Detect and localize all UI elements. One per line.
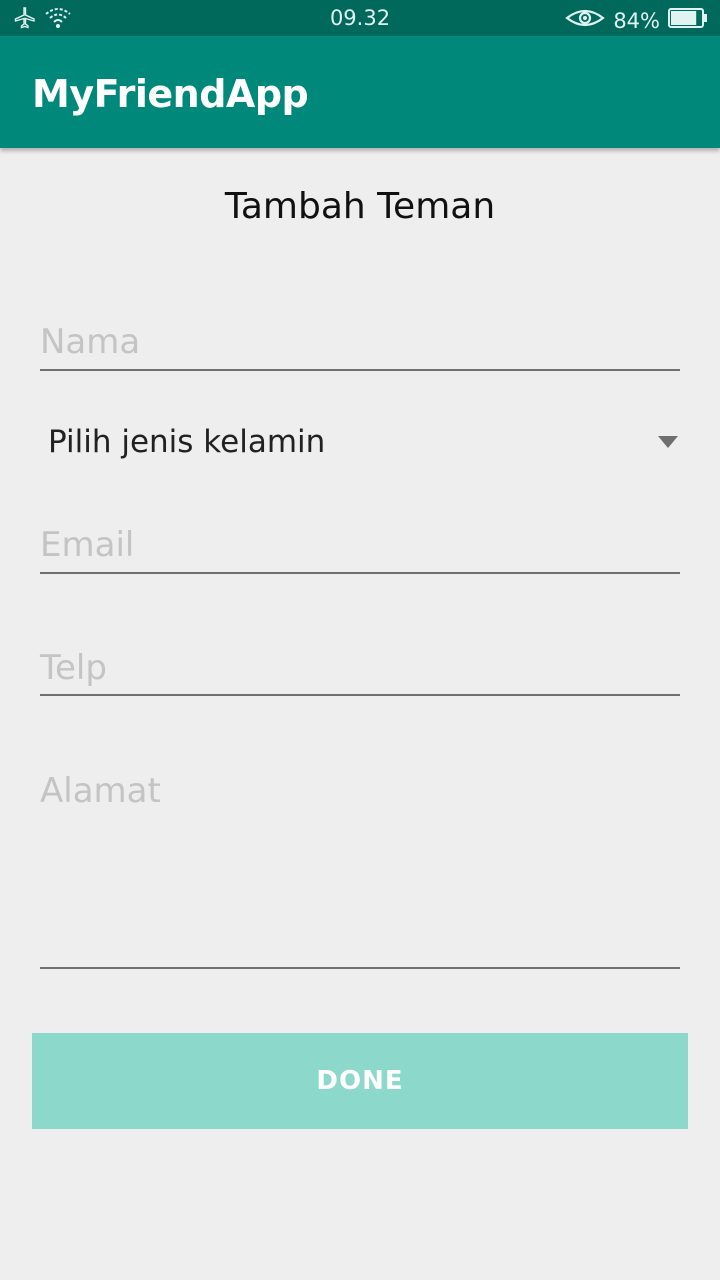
telp-field[interactable]: Telp xyxy=(40,648,680,696)
alamat-field[interactable]: Alamat xyxy=(40,771,680,969)
alamat-placeholder: Alamat xyxy=(40,771,161,811)
battery-percent: 84% xyxy=(613,8,660,33)
gender-spinner[interactable]: Pilih jenis kelamin xyxy=(40,408,680,478)
battery-fill xyxy=(671,11,697,25)
page-title: Tambah Teman xyxy=(224,186,496,227)
email-placeholder: Email xyxy=(40,525,135,565)
telp-placeholder: Telp xyxy=(40,648,107,688)
app-title: MyFriendApp xyxy=(32,72,309,116)
status-right-icons: 84% xyxy=(565,6,708,35)
nama-placeholder: Nama xyxy=(40,322,141,362)
app-bar: MyFriendApp xyxy=(0,36,720,148)
gender-selected-value: Pilih jenis kelamin xyxy=(48,424,326,460)
battery-icon xyxy=(668,7,708,34)
nama-field[interactable]: Nama xyxy=(40,322,680,371)
email-field[interactable]: Email xyxy=(40,525,680,574)
done-button[interactable]: DONE xyxy=(32,1033,688,1129)
status-bar: 09.32 84% xyxy=(0,0,720,36)
eye-icon xyxy=(565,6,606,35)
dropdown-arrow-icon xyxy=(658,436,678,448)
